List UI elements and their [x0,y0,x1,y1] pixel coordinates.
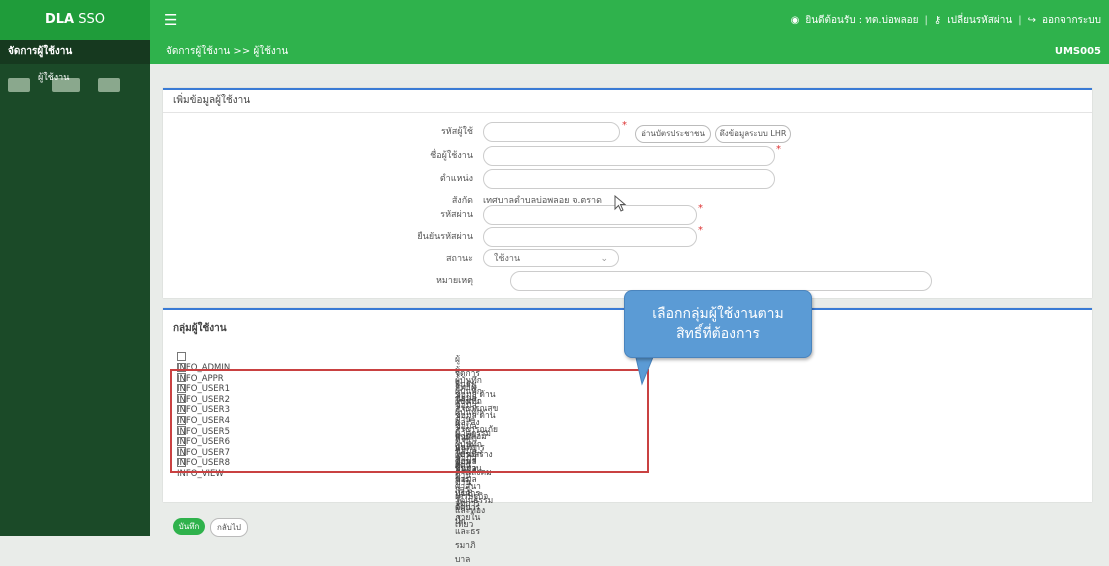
logout-link[interactable]: ออกจากระบบ [1042,13,1101,28]
change-password-link[interactable]: เปลี่ยนรหัสผ่าน [947,13,1012,28]
position-input[interactable] [483,169,775,189]
read-id-card-button[interactable]: อ่านบัตรประชาชน [635,125,711,143]
note-input[interactable] [510,271,932,291]
confirm-password-label: ยืนยันรหัสผ่าน [417,232,473,242]
confirm-password-row: ยืนยันรหัสผ่าน [163,227,473,247]
username-input[interactable] [483,146,775,166]
sidebar-item-users[interactable]: ผู้ใช้งาน [8,70,140,94]
brand-light: SSO [74,12,105,27]
nav-separator: | [924,15,928,26]
status-row: สถานะ [163,249,473,269]
password-label: รหัสผ่าน [440,210,473,220]
status-label: สถานะ [446,254,473,264]
key-icon: ⚷ [933,15,942,26]
brand-logo[interactable]: DLA SSO [0,0,150,40]
user-code-row: รหัสผู้ใช้ [163,122,473,142]
nav-separator: | [1018,15,1022,26]
password-row: รหัสผ่าน [163,205,473,225]
fetch-lhr-button[interactable]: ดึงข้อมูลระบบ LHR [715,125,791,143]
password-input[interactable] [483,205,697,225]
screen-code: UMS005 [1054,46,1101,57]
tile-icon [8,78,30,92]
required-mark: * [622,120,627,131]
position-row: ตำแหน่ง [163,169,473,189]
welcome-link[interactable]: ยินดีต้อนรับ : ทต.บ่อพลอย [805,13,918,28]
user-form-panel: เพิ่มข้อมูลผู้ใช้งาน รหัสผู้ใช้ * อ่านบั… [163,88,1092,298]
sidebar-heading: จัดการผู้ใช้งาน [0,40,150,64]
sidebar: จัดการผู้ใช้งาน ผู้ใช้งาน [0,40,150,536]
status-value: ใช้งาน [494,254,521,264]
note-label: หมายเหตุ [435,276,473,286]
chevron-down-icon: ⌄ [600,254,608,264]
form-title: เพิ่มข้อมูลผู้ใช้งาน [163,90,1092,113]
brand-bold: DLA [44,12,75,27]
user-code-input[interactable] [483,122,620,142]
save-button[interactable]: บันทึก [173,518,205,535]
sidebar-item-label: ผู้ใช้งาน [38,73,70,83]
callout-tooltip: เลือกกลุ่มผู้ใช้งานตาม สิทธิ์ที่ต้องการ [624,290,812,358]
required-mark: * [698,225,703,236]
highlight-box [170,369,649,473]
position-label: ตำแหน่ง [439,174,473,184]
user-code-label: รหัสผู้ใช้ [440,127,473,137]
top-nav: ◉ ยินดีต้อนรับ : ทต.บ่อพลอย | ⚷ เปลี่ยนร… [791,13,1101,28]
confirm-password-input[interactable] [483,227,697,247]
status-select[interactable]: ใช้งาน ⌄ [483,249,619,267]
checkbox[interactable] [177,352,186,361]
callout-line1: เลือกกลุ่มผู้ใช้งานตาม [652,306,784,322]
hamburger-menu-icon[interactable]: ☰ [164,11,177,29]
mouse-cursor-icon [614,195,627,212]
username-label: ชื่อผู้ใช้งาน [430,151,473,161]
logout-icon: ↪ [1027,15,1036,26]
username-row: ชื่อผู้ใช้งาน [163,146,473,166]
back-button[interactable]: กลับไป [210,518,248,537]
breadcrumb: จัดการผู้ใช้งาน >> ผู้ใช้งาน [166,46,289,57]
top-bar: DLA SSO ☰ ◉ ยินดีต้อนรับ : ทต.บ่อพลอย | … [0,0,1109,40]
user-icon: ◉ [790,15,800,26]
note-row: หมายเหตุ [163,271,473,291]
breadcrumb-bar: จัดการผู้ใช้งาน >> ผู้ใช้งาน UMS005 [150,40,1109,64]
required-mark: * [698,203,703,214]
tile-icon [98,78,120,92]
callout-line2: สิทธิ์ที่ต้องการ [676,326,760,342]
required-mark: * [776,144,781,155]
